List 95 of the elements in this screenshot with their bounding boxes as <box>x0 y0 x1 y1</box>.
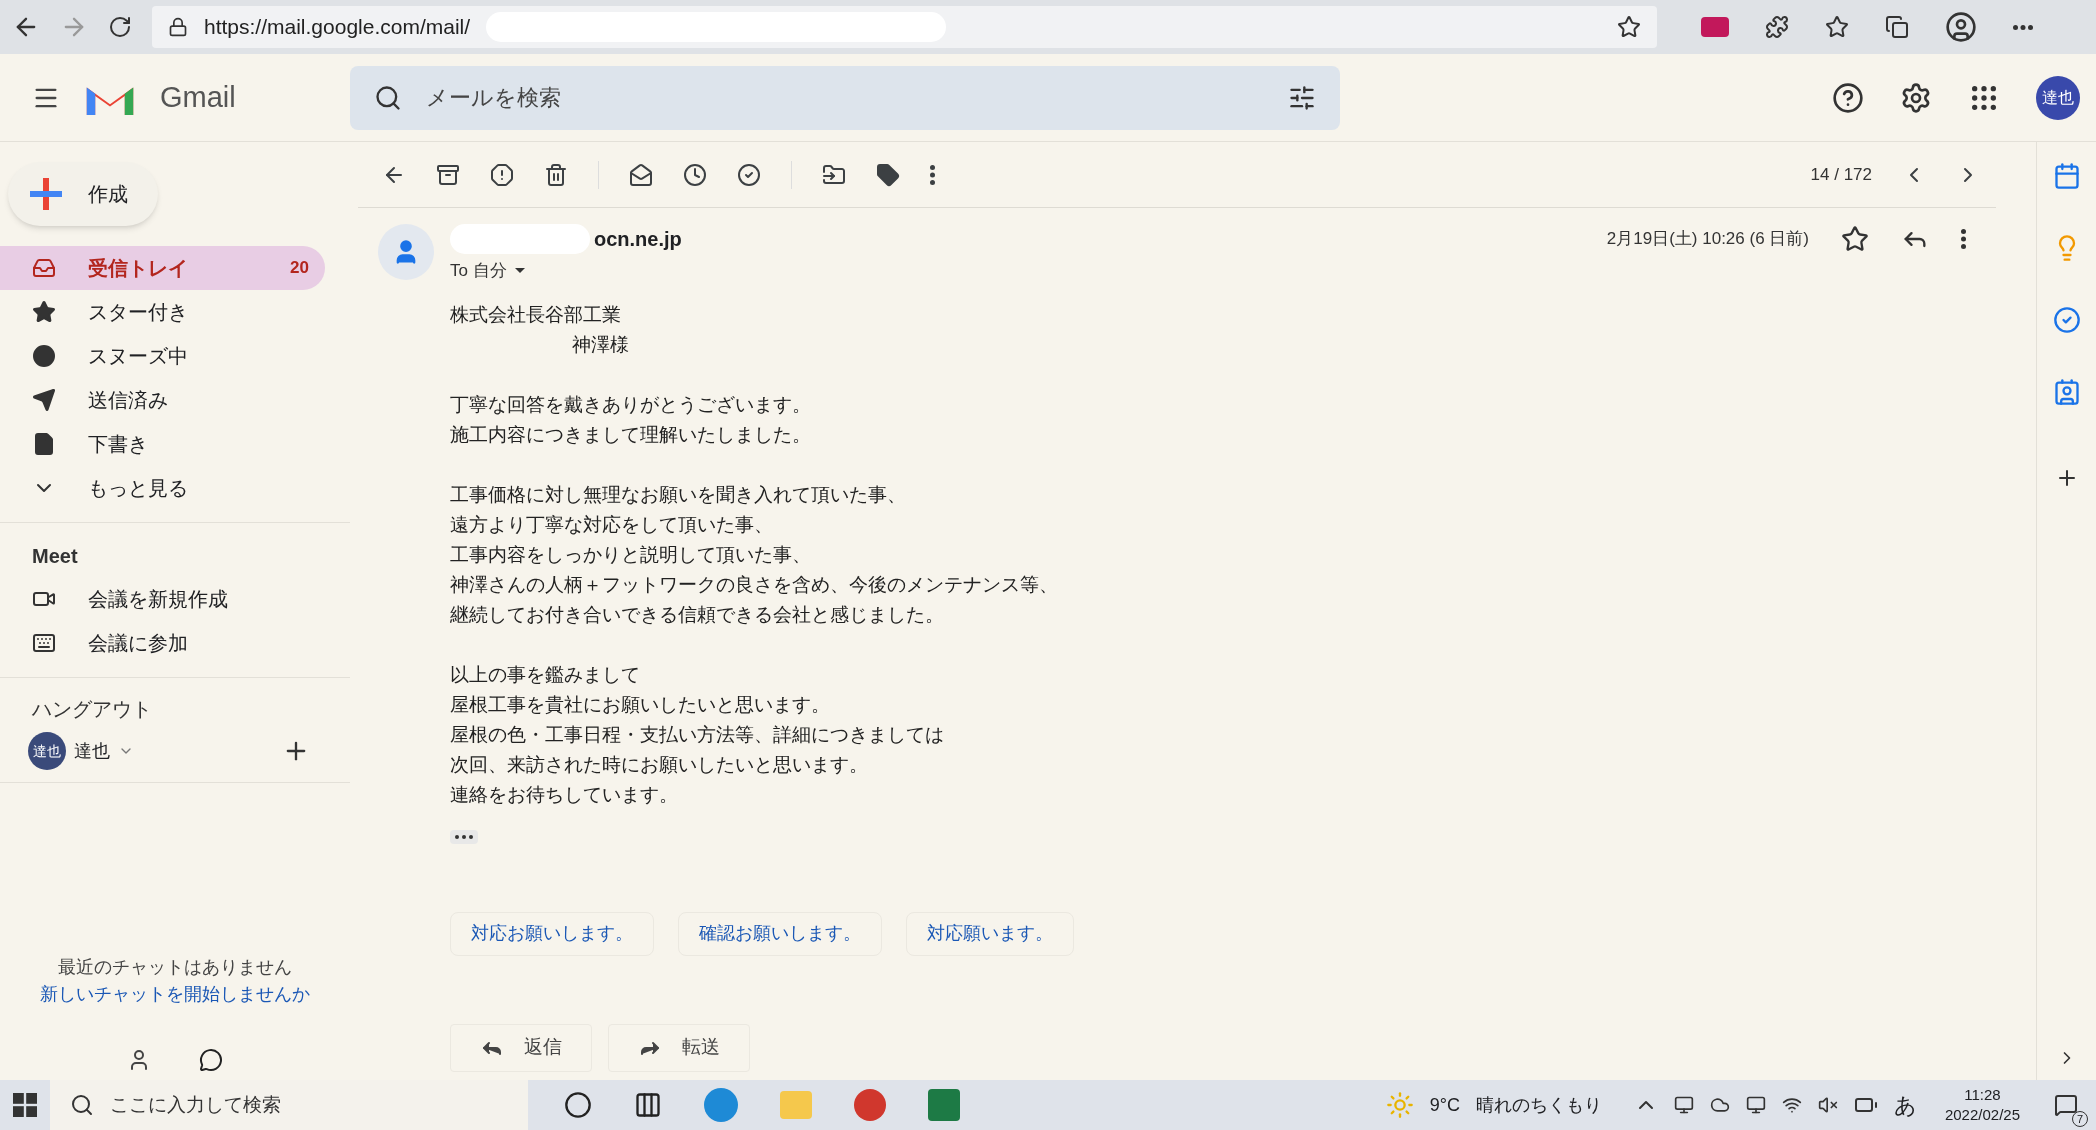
section-heading: ハングアウト <box>31 697 153 722</box>
contacts-icon <box>2052 378 2081 406</box>
action-button[interactable]: 転送 <box>608 1023 750 1072</box>
input-method-indicator[interactable]: あ <box>1893 1088 1917 1122</box>
sidebar-item[interactable]: スヌーズ中 <box>0 334 325 378</box>
report-spam-icon <box>490 162 514 187</box>
meet-item[interactable]: 会議に参加 <box>0 621 350 665</box>
display-icon <box>1745 1095 1766 1115</box>
body-line: 屋根の色・工事日程・支払い方法等、詳細につきましては <box>450 722 945 747</box>
address-bar[interactable]: https://mail.google.com/mail/ <box>152 6 1657 48</box>
help-icon <box>1832 81 1864 114</box>
wifi-icon <box>1781 1095 1802 1115</box>
chat-bubble-icon <box>199 1048 223 1072</box>
more-icon[interactable] <box>1961 229 1966 249</box>
body-line: 施工内容につきまして理解いたしました。 <box>450 422 812 447</box>
body-line: 次回、来訪された時にお願いしたいと思います。 <box>450 752 869 777</box>
favorites-icon <box>1825 15 1849 39</box>
keyboard-icon <box>32 631 56 655</box>
archive-icon <box>436 162 460 187</box>
message-counter: 14 / 172 <box>1810 163 1872 186</box>
start-chat-link[interactable]: 新しいチャットを開始しませんか <box>40 981 310 1008</box>
show-trimmed-button[interactable] <box>450 829 478 844</box>
inbox-icon <box>32 256 56 280</box>
search-icon <box>374 83 402 112</box>
meet-item[interactable]: 会議を新規作成 <box>0 577 350 621</box>
url-text: https://mail.google.com/mail/ <box>204 14 471 41</box>
plus-icon <box>28 176 64 212</box>
empty-chat-text: 最近のチャットはありません <box>58 956 292 979</box>
smart-reply-chip[interactable]: 対応お願いします。 <box>450 911 654 956</box>
body-line: 工事価格に対し無理なお願いを聞き入れて頂いた事、 <box>450 482 907 507</box>
tasks-icon <box>2052 306 2081 334</box>
send-icon <box>32 388 56 412</box>
sidebar-item[interactable]: 受信トレイ 20 <box>0 246 325 290</box>
calendar-icon <box>2052 162 2081 190</box>
label-icon <box>876 162 900 187</box>
move-folder-icon <box>822 162 846 187</box>
unread-count: 20 <box>290 257 310 280</box>
reload-icon <box>108 15 132 39</box>
notification-icon <box>2054 1093 2078 1117</box>
star-toggle[interactable] <box>1841 225 1869 253</box>
filter-options-icon <box>1288 83 1316 112</box>
body-line: 以上の事を鑑みまして <box>450 662 641 687</box>
document-icon <box>32 432 56 456</box>
windows-logo-icon <box>13 1093 37 1117</box>
puzzle-icon <box>1765 15 1789 39</box>
notification-count: 7 <box>2072 1111 2088 1127</box>
collections-icon <box>1885 15 1909 39</box>
taskbar-search-field[interactable]: ここに入力して検索 <box>50 1080 528 1130</box>
sender-avatar <box>378 224 434 280</box>
search-field[interactable]: メールを検索 <box>350 65 1340 130</box>
sidebar-item[interactable]: 下書き <box>0 422 325 466</box>
sidebar-item[interactable]: もっと見る <box>0 466 325 510</box>
trash-icon <box>544 162 568 187</box>
action-button[interactable]: 返信 <box>450 1023 592 1072</box>
gmail-wordmark: Gmail <box>160 79 236 115</box>
message-date: 2月19日(土) 10:26 (6 日前) <box>1606 228 1809 251</box>
search-icon <box>70 1093 94 1117</box>
lock-icon <box>168 17 188 37</box>
temperature-text: 9°C <box>1429 1093 1460 1117</box>
body-line: 工事内容をしっかりと説明して頂いた事、 <box>450 542 812 567</box>
body-line: 神澤さんの人柄＋フットワークの良さを含め、今後のメンテナンス等、 <box>450 572 1059 597</box>
body-line: 連絡をお待ちしています。 <box>450 782 679 807</box>
account-avatar[interactable]: 達也 <box>2036 75 2080 120</box>
body-line: 神澤様 <box>571 332 630 357</box>
body-line: 株式会社長谷部工業 <box>450 302 622 327</box>
weather-text: 晴れのちくもり <box>1475 1093 1602 1117</box>
smart-reply-chip[interactable]: 対応願います。 <box>906 911 1074 956</box>
more-icon[interactable] <box>930 164 935 185</box>
settings-icon <box>1900 81 1932 114</box>
section-heading: Meet <box>31 544 79 569</box>
body-line: 屋根工事を貴社にお願いしたいと思います。 <box>450 692 831 717</box>
clock-time: 11:28 <box>1964 1085 2001 1105</box>
recipient-toggle[interactable]: To 自分 <box>450 258 1996 284</box>
user-avatar: 達也 <box>28 732 66 770</box>
sender-address: ocn.ne.jp <box>594 227 682 252</box>
star-icon <box>32 300 56 324</box>
body-line: 遠方より丁寧な対応をして頂いた事、 <box>450 512 774 537</box>
sidebar-item[interactable]: 送信済み <box>0 378 325 422</box>
body-line: 丁寧な回答を戴きありがとうございます。 <box>450 392 812 417</box>
add-favorite-icon <box>1617 15 1641 39</box>
add-task-icon <box>737 162 761 187</box>
muted-speaker-icon <box>1817 1095 1838 1115</box>
hangouts-user[interactable]: 達也 <box>74 737 110 765</box>
more-icon[interactable] <box>2013 24 2033 30</box>
profile-icon <box>1945 11 1977 43</box>
sidebar-item[interactable]: スター付き <box>0 290 325 334</box>
body-line: 継続してお付き合いできる信頼できる会社と感じました。 <box>450 602 945 627</box>
weather-icon <box>1385 1091 1414 1119</box>
compose-button[interactable]: 作成 <box>8 162 158 226</box>
clock-date: 2022/02/25 <box>1944 1105 2020 1125</box>
smart-reply-chip[interactable]: 確認お願いします。 <box>678 911 882 956</box>
mail-open-icon <box>629 162 653 187</box>
cloud-icon <box>1709 1095 1730 1115</box>
caret-icon <box>514 268 525 274</box>
task-view-icon <box>634 1091 662 1119</box>
